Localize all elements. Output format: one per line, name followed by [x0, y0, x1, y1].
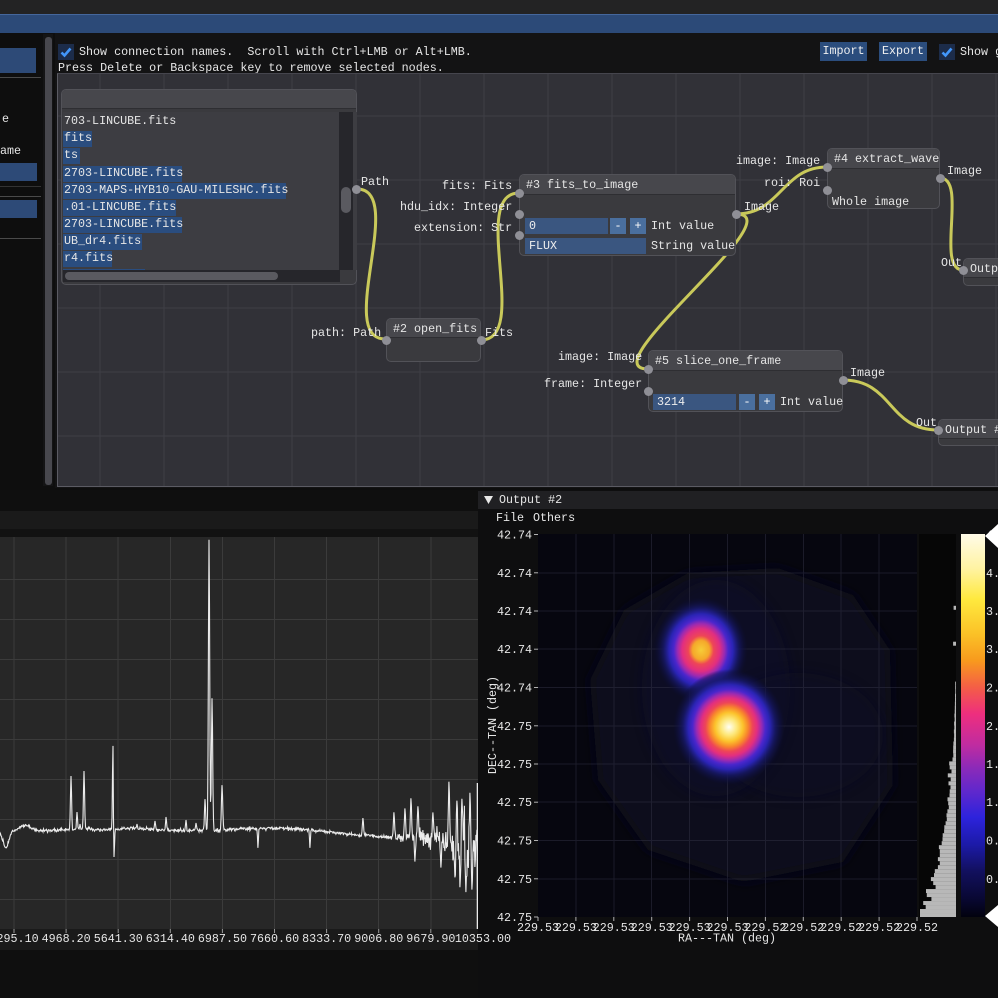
- svg-text:DEC--TAN (deg): DEC--TAN (deg): [486, 676, 500, 774]
- svg-text:0.5: 0.5: [986, 835, 998, 849]
- svg-text:42.75: 42.75: [497, 873, 532, 887]
- svg-text:42.75: 42.75: [497, 835, 532, 849]
- svg-text:4.0: 4.0: [986, 567, 998, 581]
- svg-text:2.5: 2.5: [986, 682, 998, 696]
- svg-text:0.0: 0.0: [986, 873, 998, 887]
- svg-text:1.5: 1.5: [986, 758, 998, 772]
- svg-text:1.0: 1.0: [986, 796, 998, 810]
- svg-text:42.75: 42.75: [497, 758, 532, 772]
- svg-text:229.53: 229.53: [593, 921, 635, 935]
- svg-text:42.75: 42.75: [497, 911, 532, 925]
- svg-text:229.53: 229.53: [555, 921, 597, 935]
- svg-text:42.75: 42.75: [497, 796, 532, 810]
- svg-text:42.74: 42.74: [497, 529, 532, 543]
- svg-text:42.74: 42.74: [497, 643, 532, 657]
- svg-text:229.52: 229.52: [858, 921, 900, 935]
- svg-text:3.0: 3.0: [986, 643, 998, 657]
- svg-text:229.52: 229.52: [820, 921, 862, 935]
- svg-text:229.53: 229.53: [631, 921, 673, 935]
- svg-text:42.75: 42.75: [497, 720, 532, 734]
- svg-text:3.5: 3.5: [986, 605, 998, 619]
- svg-text:229.52: 229.52: [782, 921, 824, 935]
- svg-text:229.52: 229.52: [896, 921, 938, 935]
- svg-text:RA---TAN (deg): RA---TAN (deg): [678, 932, 776, 946]
- svg-text:42.74: 42.74: [497, 567, 532, 581]
- svg-text:42.74: 42.74: [497, 682, 532, 696]
- svg-text:42.74: 42.74: [497, 605, 532, 619]
- svg-text:2.0: 2.0: [986, 720, 998, 734]
